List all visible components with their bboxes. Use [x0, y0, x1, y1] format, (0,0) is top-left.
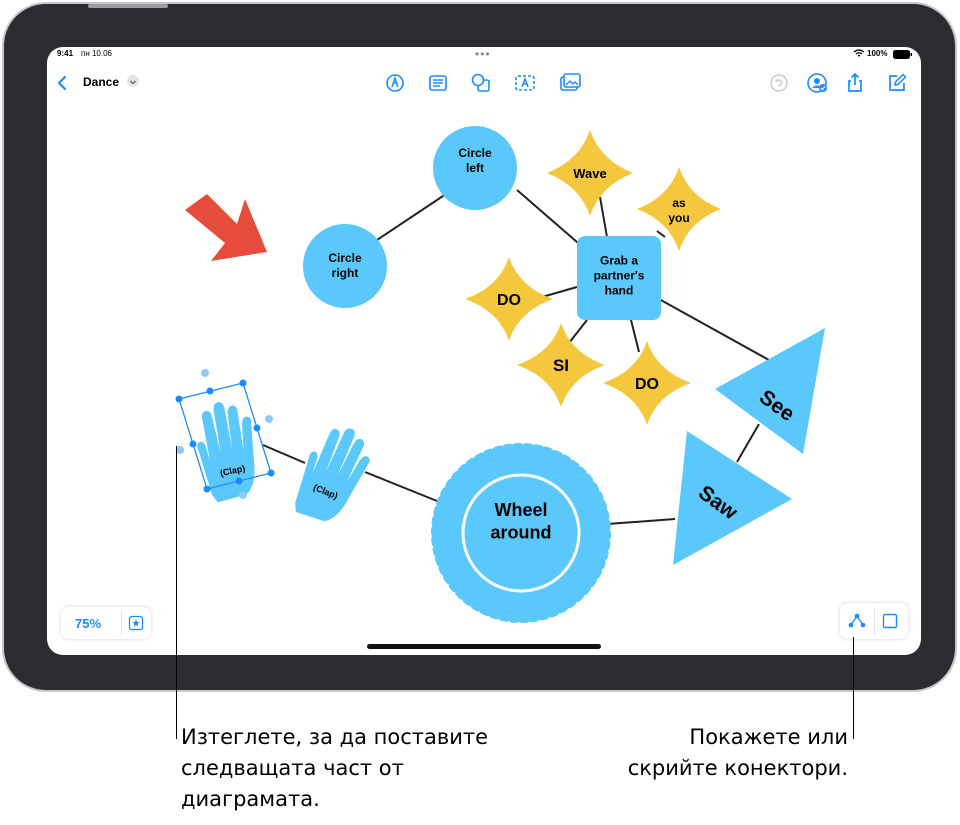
- connectors-control[interactable]: [840, 603, 908, 639]
- wave-label: Wave: [573, 166, 606, 181]
- wave-node[interactable]: Wave: [547, 130, 633, 216]
- grab-hand-node[interactable]: Grab a partner's hand: [577, 236, 661, 320]
- connector-do2-grab[interactable]: [630, 319, 640, 353]
- callout-leader-right: [853, 637, 854, 739]
- divider: [874, 607, 875, 635]
- si-node[interactable]: SI: [517, 323, 605, 407]
- freeform-screen: 9:41 пн 10.06 ••• 100% Dance Circle left…: [47, 47, 921, 655]
- connector-circle-right-left[interactable]: [376, 189, 453, 241]
- connector-arrow-up-icon[interactable]: [201, 369, 209, 377]
- connector-circle-left-grab[interactable]: [516, 189, 586, 250]
- resize-handle[interactable]: [239, 379, 247, 387]
- connector-arrow-right-icon[interactable]: [265, 415, 273, 423]
- connector-see-saw[interactable]: [736, 423, 760, 463]
- connector-grab-see[interactable]: [658, 298, 770, 361]
- home-indicator[interactable]: [367, 644, 601, 649]
- connector-arrow-down-icon[interactable]: [239, 491, 247, 499]
- clap-hand-2-node[interactable]: (Clap): [288, 418, 379, 531]
- connector-saw-wheel[interactable]: [606, 518, 676, 525]
- connector-arrow-left-icon[interactable]: [176, 446, 184, 454]
- ipad-top-button: [88, 4, 168, 8]
- si-label: SI: [553, 356, 569, 375]
- star-icon[interactable]: [128, 615, 144, 631]
- callout-drag-text: Изтеглете, за да поставите следващата ча…: [181, 725, 489, 811]
- callout-leader-left: [176, 446, 177, 739]
- resize-handle[interactable]: [189, 440, 197, 448]
- divider: [121, 611, 122, 635]
- resize-handle[interactable]: [253, 424, 261, 432]
- do-node-1[interactable]: DO: [465, 257, 553, 341]
- saw-node[interactable]: Saw: [673, 431, 792, 565]
- resize-handle[interactable]: [235, 477, 243, 485]
- do-node-2[interactable]: DO: [603, 341, 691, 425]
- see-node[interactable]: See: [715, 328, 825, 454]
- connector-si-grab[interactable]: [568, 319, 588, 344]
- board-canvas[interactable]: Circle left Circle right Grab a partner's ha…: [47, 47, 921, 655]
- connector-clap-clap[interactable]: [262, 444, 306, 464]
- do-2-label: DO: [635, 376, 659, 393]
- zoom-level[interactable]: 75%: [75, 616, 101, 631]
- callout-connectors-text: Покажете или скрийте конектори.: [627, 725, 848, 780]
- resize-handle[interactable]: [206, 387, 214, 395]
- connector-do-grab[interactable]: [541, 286, 578, 298]
- ipad-frame: 9:41 пн 10.06 ••• 100% Dance Circle left…: [2, 2, 957, 692]
- connectors-icon[interactable]: [848, 613, 866, 629]
- circle-right-label: Circle right: [328, 251, 362, 280]
- do-1-label: DO: [497, 292, 521, 309]
- square-icon[interactable]: [882, 613, 898, 629]
- clap-hand-1-node[interactable]: (Clap): [189, 396, 266, 504]
- wheel-around-node[interactable]: Wheel around: [431, 443, 611, 623]
- circle-left-node[interactable]: Circle left: [433, 126, 517, 210]
- resize-handle[interactable]: [267, 469, 275, 477]
- red-arrow-shape[interactable]: [185, 194, 267, 261]
- circle-right-node[interactable]: Circle right: [303, 224, 387, 308]
- resize-handle[interactable]: [175, 395, 183, 403]
- connector-wheel-clap[interactable]: [364, 471, 443, 504]
- connector-asyou-grab[interactable]: [656, 230, 666, 238]
- connector-wave-grab[interactable]: [599, 196, 608, 238]
- resize-handle[interactable]: [203, 485, 211, 493]
- zoom-control[interactable]: 75%: [61, 607, 151, 639]
